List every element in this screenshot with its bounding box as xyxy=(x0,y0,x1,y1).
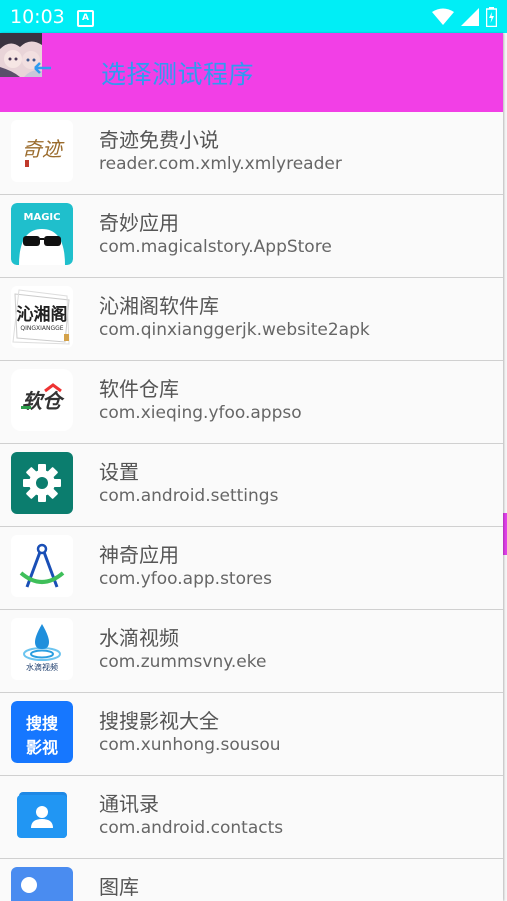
sousou-icon: 搜搜 影视 xyxy=(11,701,73,763)
list-item[interactable]: 奇迹 奇迹免费小说 reader.com.xmly.xmlyreader xyxy=(0,112,503,195)
app-package: com.xieqing.yfoo.appso xyxy=(99,403,302,423)
svg-text:MAGIC: MAGIC xyxy=(24,212,61,223)
app-package: com.qinxianggerjk.website2apk xyxy=(99,320,370,340)
qinxiangge-icon: 沁湘阁 QINGXIANGGE xyxy=(11,286,73,348)
back-arrow-icon[interactable] xyxy=(34,59,52,77)
battery-icon xyxy=(486,7,497,27)
app-package: com.android.settings xyxy=(99,486,279,506)
svg-text:影视: 影视 xyxy=(26,738,58,757)
compass-icon xyxy=(11,535,73,597)
app-package: com.yfoo.app.stores xyxy=(99,569,272,589)
app-name: 沁湘阁软件库 xyxy=(99,294,219,318)
dialog-title: 选择测试程序 xyxy=(101,60,255,89)
list-item[interactable]: 软仓 软件仓库 com.xieqing.yfoo.appso xyxy=(0,361,503,444)
app-package: com.android.contacts xyxy=(99,818,284,838)
app-package: com.xunhong.sousou xyxy=(99,735,281,755)
dialog-titlebar: 选择测试程序 xyxy=(0,33,503,112)
svg-text:QINGXIANGGE: QINGXIANGGE xyxy=(20,325,63,332)
list-item[interactable]: 神奇应用 com.yfoo.app.stores xyxy=(0,527,503,610)
svg-text:沁湘阁: 沁湘阁 xyxy=(17,304,68,325)
app-name: 水滴视频 xyxy=(99,626,179,650)
svg-text:搜搜: 搜搜 xyxy=(26,714,59,733)
background-app-strip xyxy=(503,33,507,901)
app-name: 奇妙应用 xyxy=(99,211,179,235)
list-item[interactable]: 水滴视频 水滴视频 com.zummsvny.eke xyxy=(0,610,503,693)
app-name: 设置 xyxy=(99,460,139,484)
app-name: 软件仓库 xyxy=(99,377,179,401)
signal-icon xyxy=(461,8,479,26)
list-item[interactable]: 图库 xyxy=(0,859,503,901)
app-package: reader.com.xmly.xmlyreader xyxy=(99,154,342,174)
app-name: 图库 xyxy=(99,875,139,899)
settings-gear-icon xyxy=(11,452,73,514)
svg-text:软仓: 软仓 xyxy=(22,389,65,413)
contacts-icon xyxy=(11,784,73,846)
a-box-icon: A xyxy=(77,10,94,27)
app-package: com.magicalstory.AppStore xyxy=(99,237,332,257)
app-name: 通讯录 xyxy=(99,792,159,816)
water-drop-icon: 水滴视频 xyxy=(11,618,73,680)
list-item[interactable]: 搜搜 影视 搜搜影视大全 com.xunhong.sousou xyxy=(0,693,503,776)
svg-text:奇迹: 奇迹 xyxy=(22,137,65,161)
svg-text:水滴视频: 水滴视频 xyxy=(26,662,58,672)
app-name: 奇迹免费小说 xyxy=(99,128,219,152)
app-name: 神奇应用 xyxy=(99,543,179,567)
gallery-icon xyxy=(11,867,73,901)
list-item[interactable]: MAGIC 奇妙应用 com.magicalstory.AppStore xyxy=(0,195,503,278)
app-name: 搜搜影视大全 xyxy=(99,709,219,733)
wifi-icon xyxy=(432,8,454,25)
select-app-dialog: 选择测试程序 奇迹 奇迹免费小说 reader.com.xmly.xmlyrea… xyxy=(0,33,503,901)
list-item[interactable]: 设置 com.android.settings xyxy=(0,444,503,527)
app-package: com.zummsvny.eke xyxy=(99,652,267,672)
app-list[interactable]: 奇迹 奇迹免费小说 reader.com.xmly.xmlyreader MAG… xyxy=(0,112,503,901)
magic-app-icon: MAGIC xyxy=(11,203,73,265)
status-icons xyxy=(432,6,497,28)
status-time: 10:03 xyxy=(10,6,65,28)
list-item[interactable]: 沁湘阁 QINGXIANGGE 沁湘阁软件库 com.qinxianggerjk… xyxy=(0,278,503,361)
software-repo-icon: 软仓 xyxy=(11,369,73,431)
list-item[interactable]: 通讯录 com.android.contacts xyxy=(0,776,503,859)
status-bar: 10:03 A xyxy=(0,0,507,33)
qiji-novel-icon: 奇迹 xyxy=(11,120,73,182)
